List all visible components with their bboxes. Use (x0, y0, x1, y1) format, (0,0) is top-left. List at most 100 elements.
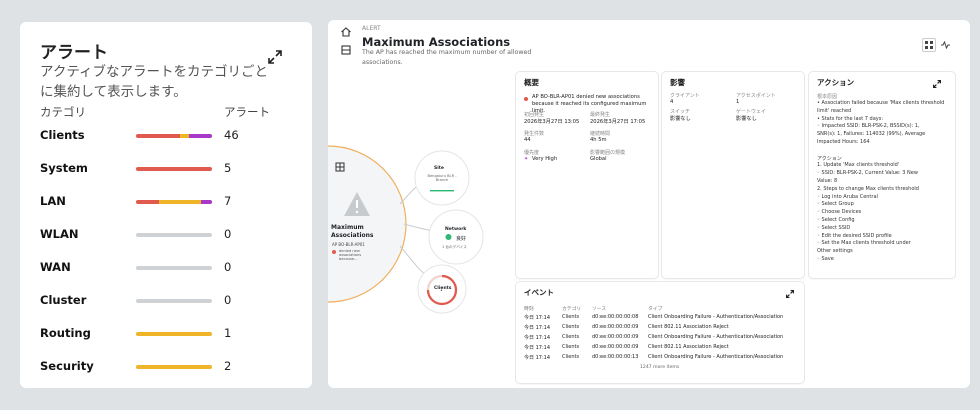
bar-segment (201, 200, 212, 204)
impact-title: 影響 (670, 78, 685, 87)
bar-segment (136, 200, 159, 204)
impact-clients-value: 4 (670, 99, 674, 105)
grid-icon (925, 41, 933, 49)
action-title: アクション (817, 78, 855, 87)
alert-distribution-bar (136, 167, 212, 171)
events-header-time: 時刻 (524, 307, 534, 312)
count-value: 44 (524, 137, 531, 143)
event-cell: d0:ee:00:00:00:09 (592, 344, 639, 350)
action-line: Impacted Hours: 164 (817, 139, 870, 145)
event-cell: Client Onboarding Failure - Authenticati… (648, 354, 784, 360)
first-seen-value: 2026年3月27日 13:05 (524, 119, 580, 125)
alert-distribution-bar (136, 365, 212, 369)
category-label[interactable]: System (40, 161, 88, 175)
category-label[interactable]: Clients (40, 128, 85, 142)
scope-label: 影響範囲の規模 (590, 150, 626, 156)
event-cell: 今日 17:14 (524, 325, 550, 331)
panel-title: アラート (40, 43, 108, 63)
action-line: 2. Steps to change Max clients threshold (817, 185, 919, 192)
event-cell: Clients (562, 314, 580, 320)
list-icon[interactable] (340, 44, 352, 56)
count-label: 発生件数 (524, 131, 545, 137)
event-cell: Client 802.11 Association Reject (648, 324, 729, 330)
alert-count: 0 (224, 227, 232, 241)
category-label[interactable]: Cluster (40, 293, 86, 307)
alert-distribution-bar (136, 332, 212, 336)
action-line: • Association failed because 'Max client… (817, 100, 945, 106)
site-node-label[interactable]: Site (434, 166, 444, 171)
alert-distribution-bar (136, 233, 212, 237)
scope-value: Global (590, 156, 607, 162)
event-cell: 今日 17:14 (524, 345, 550, 351)
category-label[interactable]: LAN (40, 194, 66, 208)
event-cell: d0:ee:00:00:00:09 (592, 324, 639, 330)
action-line: ◦ Impacted SSID: BLR-PSK-2, BSSID(s): 1, (817, 123, 920, 130)
action-line: ◦ SSID: BLR-PSK-2, Current Value: 3 New (817, 170, 918, 177)
action-line: • Stats for the last 7 days: (817, 115, 884, 122)
bar-segment (189, 134, 212, 138)
event-cell: d0:ee:00:00:00:08 (592, 314, 639, 320)
event-cell: Client 802.11 Association Reject (648, 344, 729, 350)
action-line: SNR(s): 1, Failures: 114032 (99%), Avera… (817, 131, 926, 138)
column-header-category: カテゴリ (40, 105, 86, 119)
expand-icon[interactable] (786, 290, 794, 298)
network-node-label[interactable]: Network (445, 227, 466, 232)
activity-view-button[interactable] (938, 38, 952, 52)
bar-segment (180, 134, 190, 138)
device-icon (335, 162, 345, 172)
category-label[interactable]: Security (40, 359, 94, 373)
alert-dot-icon (332, 250, 336, 254)
alert-detail-panel: ALERT Maximum Associations The AP has re… (328, 20, 970, 388)
alert-title: Maximum Associations (362, 35, 511, 49)
event-cell: 今日 17:14 (524, 355, 550, 361)
action-line: ◦ Edit the desired SSID profile (817, 232, 892, 239)
category-label[interactable]: WLAN (40, 227, 79, 241)
first-seen-label: 初回発生 (524, 112, 545, 118)
clients-node-value: 1 (440, 287, 443, 292)
alert-count: 0 (224, 293, 232, 307)
impact-switch-label: スイッチ (670, 109, 691, 115)
priority-icon: ✦ (524, 156, 529, 162)
bar-segment (158, 200, 202, 204)
expand-icon[interactable] (268, 50, 282, 64)
action-line: Value: 8 (817, 178, 838, 184)
network-node-status: 良好 (456, 236, 467, 242)
events-header-category: カテゴリ (562, 307, 582, 312)
alert-count: 2 (224, 359, 232, 373)
root-cause-label: 根本原因 (817, 94, 838, 100)
alert-count: 0 (224, 260, 232, 274)
overview-card: 概要 AP BO-BLR-AP01 denied new association… (516, 72, 658, 278)
event-cell: Clients (562, 354, 580, 360)
home-icon[interactable] (340, 26, 352, 38)
impact-switch-value: 影響なし (670, 116, 691, 122)
alert-count: 46 (224, 128, 239, 142)
event-cell: 今日 17:14 (524, 335, 550, 341)
alert-distribution-bar (136, 266, 212, 270)
alert-dot-icon (524, 97, 528, 101)
panel-description: アクティブなアラートをカテゴリごとに集約して表示します。 (40, 64, 269, 100)
network-node-devices: 1 台のデバイス (442, 245, 467, 249)
alert-type-label: ALERT (362, 25, 381, 32)
category-label[interactable]: Routing (40, 326, 91, 340)
impact-card: 影響 クライアント 4 アクセスポイント 1 スイッチ 影響なし ゲートウェイ … (662, 72, 804, 278)
action-line: limit' reached (817, 107, 852, 114)
duration-value: 4h 5m (590, 137, 607, 143)
action-line: ◦ Select SSID (817, 224, 851, 231)
category-label[interactable]: WAN (40, 260, 71, 274)
action-line: ◦ Log into Aruba Central (817, 193, 878, 200)
impact-aps-value: 1 (736, 99, 740, 105)
expand-icon[interactable] (933, 80, 941, 88)
bar-segment (136, 134, 181, 138)
event-cell: Clients (562, 344, 580, 350)
action-line: アクション (817, 155, 842, 162)
action-line: 1. Update 'Max clients threshold' (817, 162, 900, 169)
action-line: ◦ Choose Devices (817, 209, 862, 216)
last-seen-label: 最終発生 (590, 112, 611, 118)
event-cell: d0:ee:00:00:00:09 (592, 334, 639, 340)
bar-segment (136, 365, 212, 369)
alert-subtitle: The AP has reached the maximum number of… (362, 49, 532, 66)
alerts-summary-panel: アラート アクティブなアラートをカテゴリごとに集約して表示します。 カテゴリ ア… (20, 22, 312, 388)
grid-view-button[interactable] (922, 38, 936, 52)
events-more-link[interactable]: 1247 more items (640, 365, 679, 370)
event-cell: 今日 17:14 (524, 315, 550, 321)
